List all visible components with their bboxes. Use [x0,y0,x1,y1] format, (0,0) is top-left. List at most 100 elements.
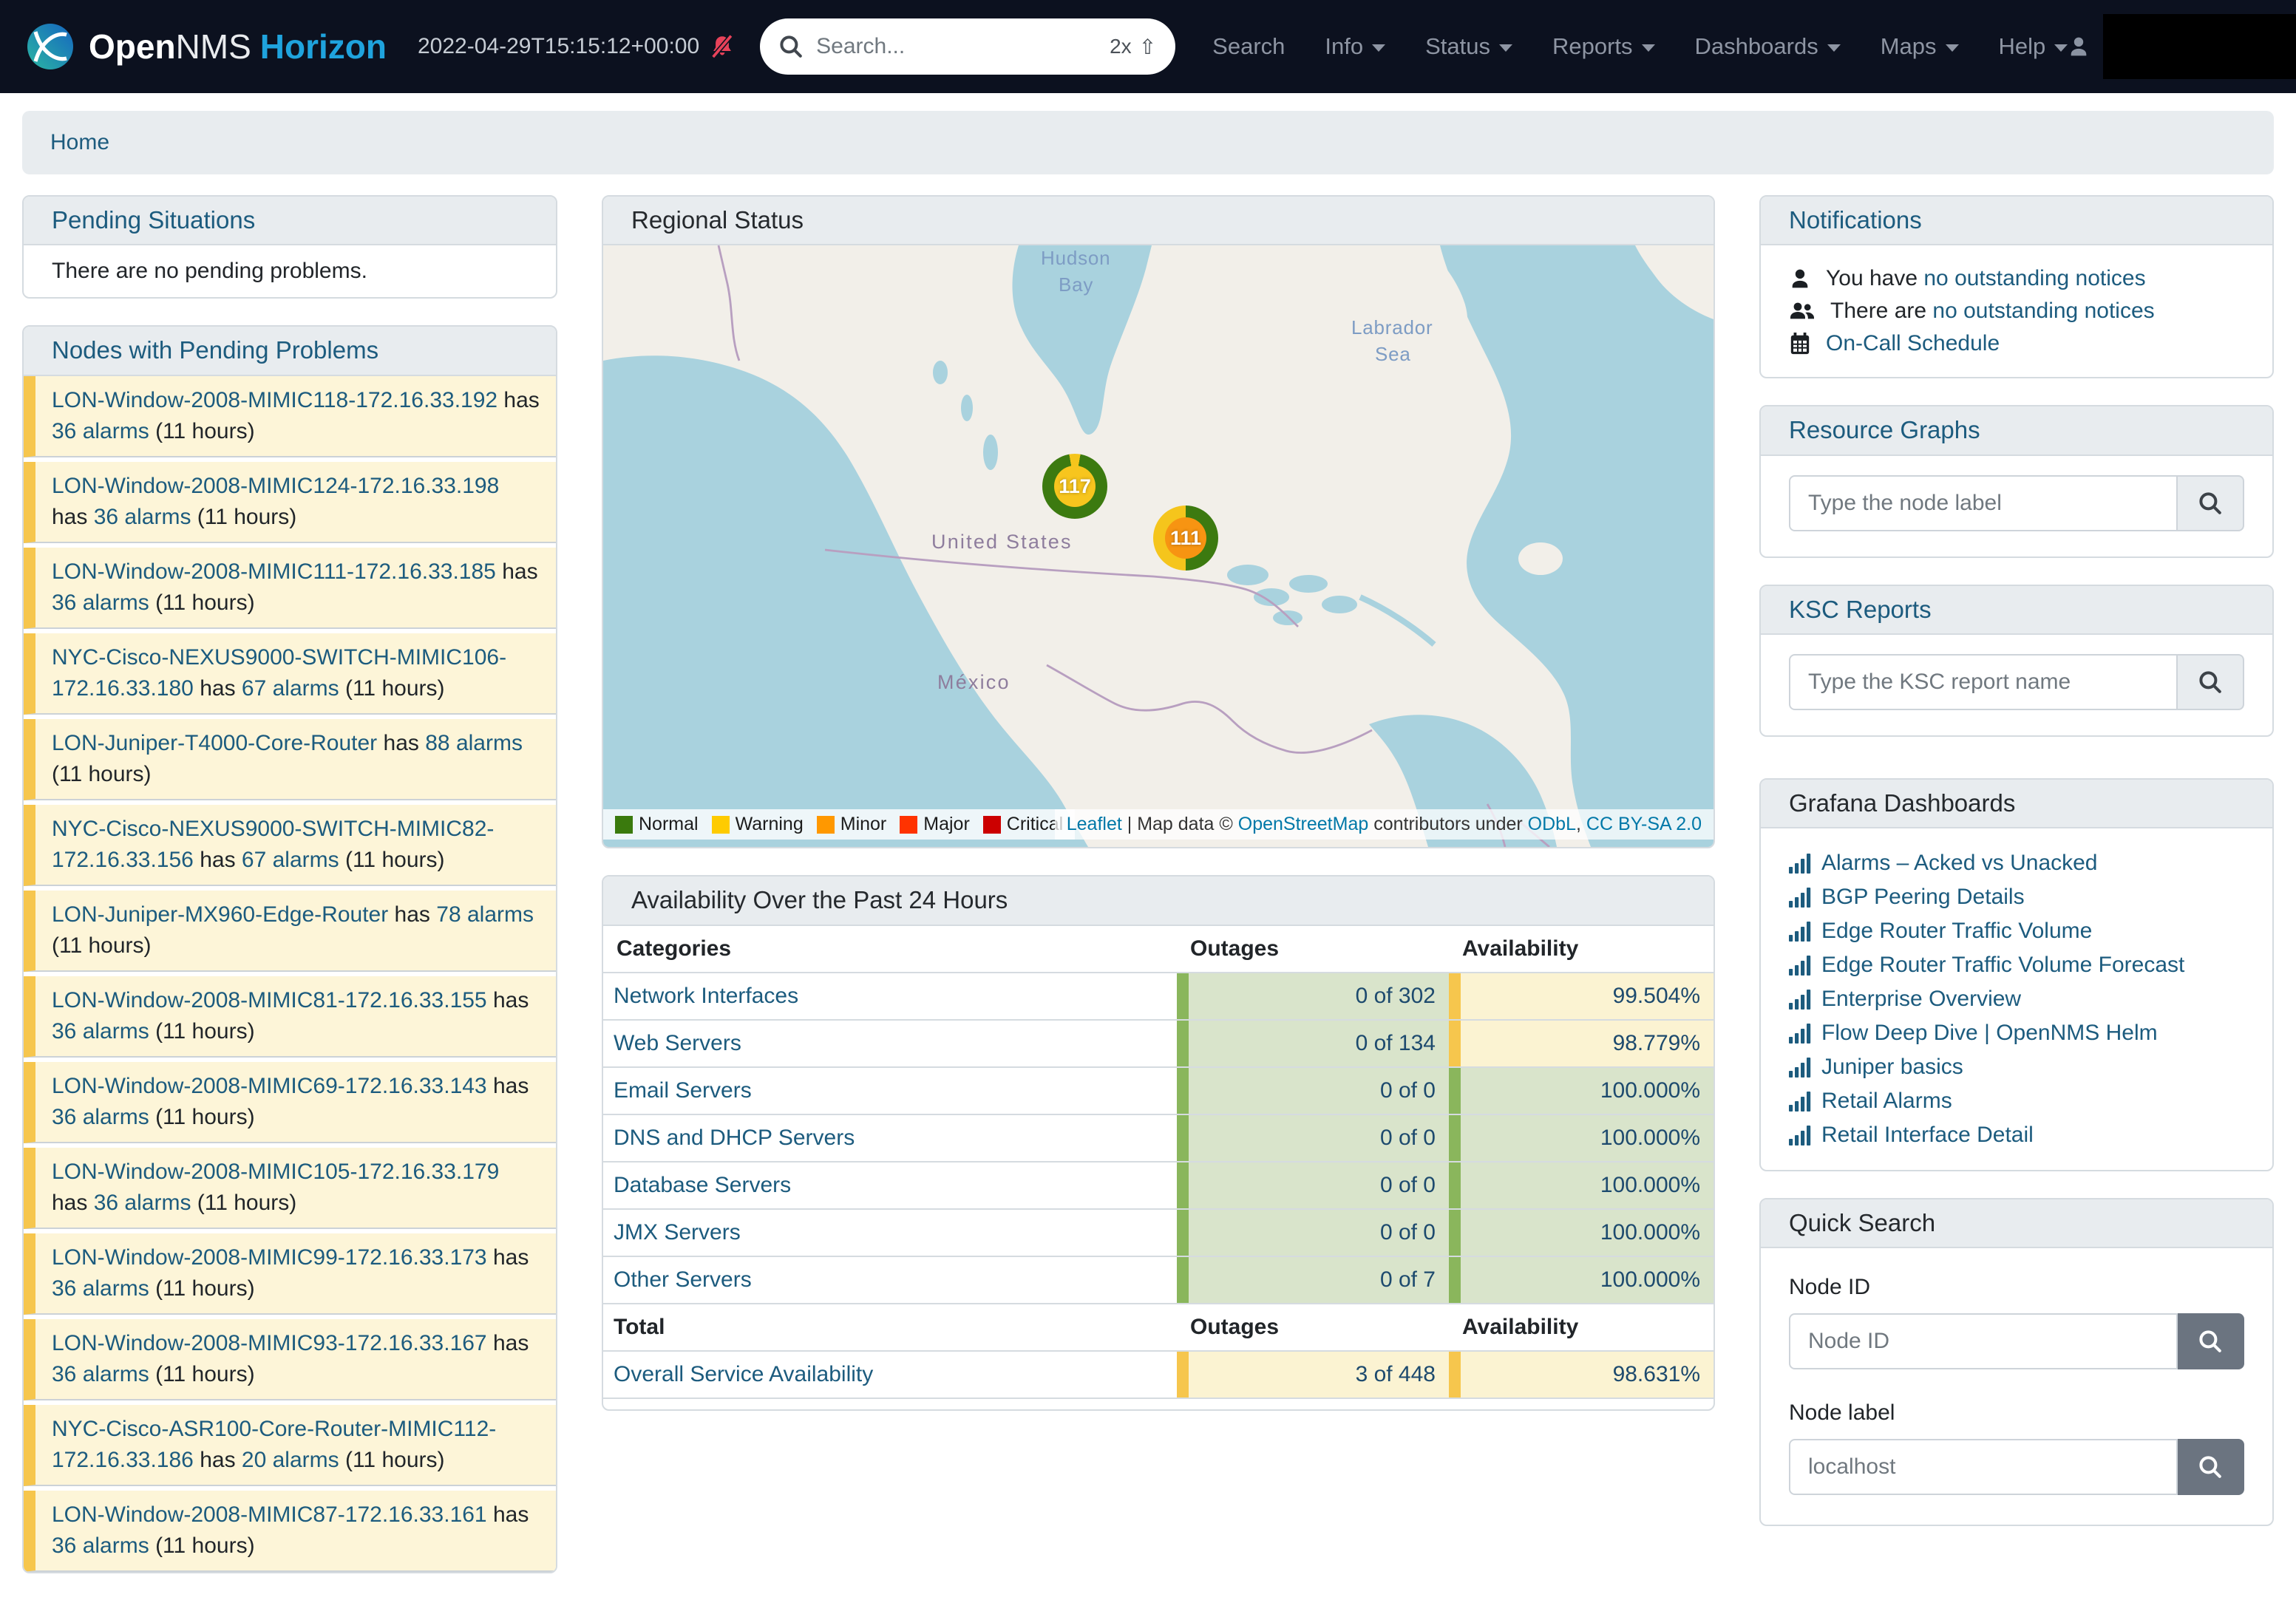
alarms-link[interactable]: 78 alarms [436,902,534,927]
node-link[interactable]: LON-Juniper-MX960-Edge-Router [52,902,388,927]
username-redacted[interactable] [2103,14,2296,79]
map-label-hudson: Hudson [1041,247,1110,269]
node-link[interactable]: LON-Window-2008-MIMIC99-172.16.33.173 [52,1245,487,1270]
pending-situations-title[interactable]: Pending Situations [24,197,556,245]
brand-text: OpenNMSHorizon [89,27,387,67]
bar-chart-icon [1789,955,1811,976]
node-link[interactable]: LON-Window-2008-MIMIC81-172.16.33.155 [52,988,487,1012]
category-link[interactable]: Network Interfaces [614,984,798,1009]
nav-item-maps[interactable]: Maps [1881,33,1959,60]
bar-chart-icon [1789,853,1811,874]
ksc-reports-input[interactable] [1789,654,2178,710]
odbl-link[interactable]: ODbL [1528,814,1576,834]
alarms-link[interactable]: 20 alarms [242,1448,339,1472]
node-link[interactable]: LON-Window-2008-MIMIC93-172.16.33.167 [52,1331,487,1355]
node-problem-item: LON-Window-2008-MIMIC118-172.16.33.192 h… [24,376,556,457]
node-link[interactable]: LON-Window-2008-MIMIC87-172.16.33.161 [52,1502,487,1527]
oncall-row: On-Call Schedule [1789,331,2244,356]
node-id-input[interactable] [1789,1313,2178,1369]
grafana-dashboard-link[interactable]: Retail Alarms [1821,1089,1952,1114]
nodes-pending-problems-title[interactable]: Nodes with Pending Problems [24,327,556,375]
search-icon [2198,670,2222,694]
notifications-title[interactable]: Notifications [1761,197,2272,245]
node-id-search-button[interactable] [2178,1313,2244,1369]
ccbysa-link[interactable]: CC BY-SA 2.0 [1586,814,1702,834]
resource-graphs-card: Resource Graphs [1759,405,2274,557]
svg-text:Sea: Sea [1375,343,1411,365]
node-link[interactable]: LON-Window-2008-MIMIC111-172.16.33.185 [52,559,496,584]
map-cluster-marker[interactable]: 111 [1153,505,1218,571]
nav-item-search[interactable]: Search [1212,33,1285,60]
grafana-dashboard-link[interactable]: BGP Peering Details [1821,885,2025,910]
osm-link[interactable]: OpenStreetMap [1238,814,1369,834]
search-shortcut-hint: 2x⇧ [1110,35,1156,59]
alarms-link[interactable]: 36 alarms [94,505,191,529]
node-label-label: Node label [1789,1400,2244,1426]
availability-title: Availability Over the Past 24 Hours [603,876,1713,925]
nav-item-help[interactable]: Help [1999,33,2068,60]
grafana-dashboard-link[interactable]: Alarms – Acked vs Unacked [1821,851,2098,876]
node-link[interactable]: LON-Juniper-T4000-Core-Router [52,731,377,755]
global-search-input[interactable] [816,34,1096,59]
all-notices-link[interactable]: no outstanding notices [1932,299,2154,323]
grafana-dashboard-link[interactable]: Retail Interface Detail [1821,1123,2034,1148]
alarms-link[interactable]: 36 alarms [52,1276,149,1301]
breadcrumb-home-link[interactable]: Home [50,130,109,154]
node-label-search-button[interactable] [2178,1439,2244,1495]
global-search: 2x⇧ [760,18,1175,75]
user-area: 00 [2068,14,2296,79]
nav-item-info[interactable]: Info [1325,33,1385,60]
alarms-link[interactable]: 36 alarms [52,590,149,615]
availability-row: JMX Servers 0 of 0 100.000% [603,1210,1713,1257]
user-notices-link[interactable]: no outstanding notices [1923,266,2145,290]
alarms-link[interactable]: 88 alarms [425,731,523,755]
ksc-reports-title[interactable]: KSC Reports [1761,586,2272,635]
alarms-link[interactable]: 36 alarms [52,1533,149,1558]
grafana-dashboard-link[interactable]: Edge Router Traffic Volume [1821,919,2092,944]
search-icon [2198,1330,2222,1353]
category-link[interactable]: Web Servers [614,1031,741,1056]
resource-graphs-title[interactable]: Resource Graphs [1761,406,2272,455]
resource-graphs-input[interactable] [1789,475,2178,531]
alarms-link[interactable]: 36 alarms [52,1105,149,1129]
nav-item-reports[interactable]: Reports [1552,33,1655,60]
node-link[interactable]: LON-Window-2008-MIMIC118-172.16.33.192 [52,388,497,412]
grafana-dashboard-link[interactable]: Juniper basics [1821,1055,1963,1080]
alarms-link[interactable]: 36 alarms [52,1019,149,1044]
overall-availability-link[interactable]: Overall Service Availability [614,1362,873,1387]
category-link[interactable]: Email Servers [614,1078,752,1103]
brand[interactable]: OpenNMSHorizon [25,21,387,72]
legend-swatch [615,816,633,834]
node-link[interactable]: LON-Window-2008-MIMIC69-172.16.33.143 [52,1074,487,1098]
chevron-down-icon [2054,44,2068,52]
grafana-dashboard-link[interactable]: Flow Deep Dive | OpenNMS Helm [1821,1021,2158,1046]
alarms-link[interactable]: 36 alarms [94,1191,191,1215]
node-link[interactable]: LON-Window-2008-MIMIC124-172.16.33.198 [52,474,499,498]
node-link[interactable]: LON-Window-2008-MIMIC105-172.16.33.179 [52,1160,499,1184]
alarms-link[interactable]: 36 alarms [52,419,149,443]
ksc-reports-search-button[interactable] [2178,654,2244,710]
nav-item-status[interactable]: Status [1425,33,1512,60]
map-label-united-states: United States [931,531,1073,553]
alarms-link[interactable]: 36 alarms [52,1362,149,1386]
resource-graphs-search-button[interactable] [2178,475,2244,531]
grafana-dashboard-link[interactable]: Edge Router Traffic Volume Forecast [1821,953,2184,978]
leaflet-link[interactable]: Leaflet [1067,814,1122,834]
node-label-input[interactable] [1789,1439,2178,1495]
category-link[interactable]: Database Servers [614,1173,791,1198]
bar-chart-icon [1789,989,1811,1010]
regional-status-map[interactable]: Hudson Bay Labrador Sea United States Mé… [603,245,1713,847]
alarms-link[interactable]: 67 alarms [242,676,339,701]
alarms-link[interactable]: 67 alarms [242,848,339,872]
category-link[interactable]: JMX Servers [614,1220,741,1245]
grafana-dashboard-link[interactable]: Enterprise Overview [1821,987,2021,1012]
category-link[interactable]: DNS and DHCP Servers [614,1126,855,1151]
nav-item-dashboards[interactable]: Dashboards [1695,33,1841,60]
bar-chart-icon [1789,1023,1811,1044]
total-outages-cell: 3 of 448 [1177,1352,1449,1398]
availability-row: Network Interfaces 0 of 302 99.504% [603,973,1713,1021]
left-column: Pending Situations There are no pending … [22,195,557,1600]
category-link[interactable]: Other Servers [614,1267,752,1293]
map-cluster-marker[interactable]: 117 [1042,454,1107,519]
oncall-schedule-link[interactable]: On-Call Schedule [1826,331,2000,356]
